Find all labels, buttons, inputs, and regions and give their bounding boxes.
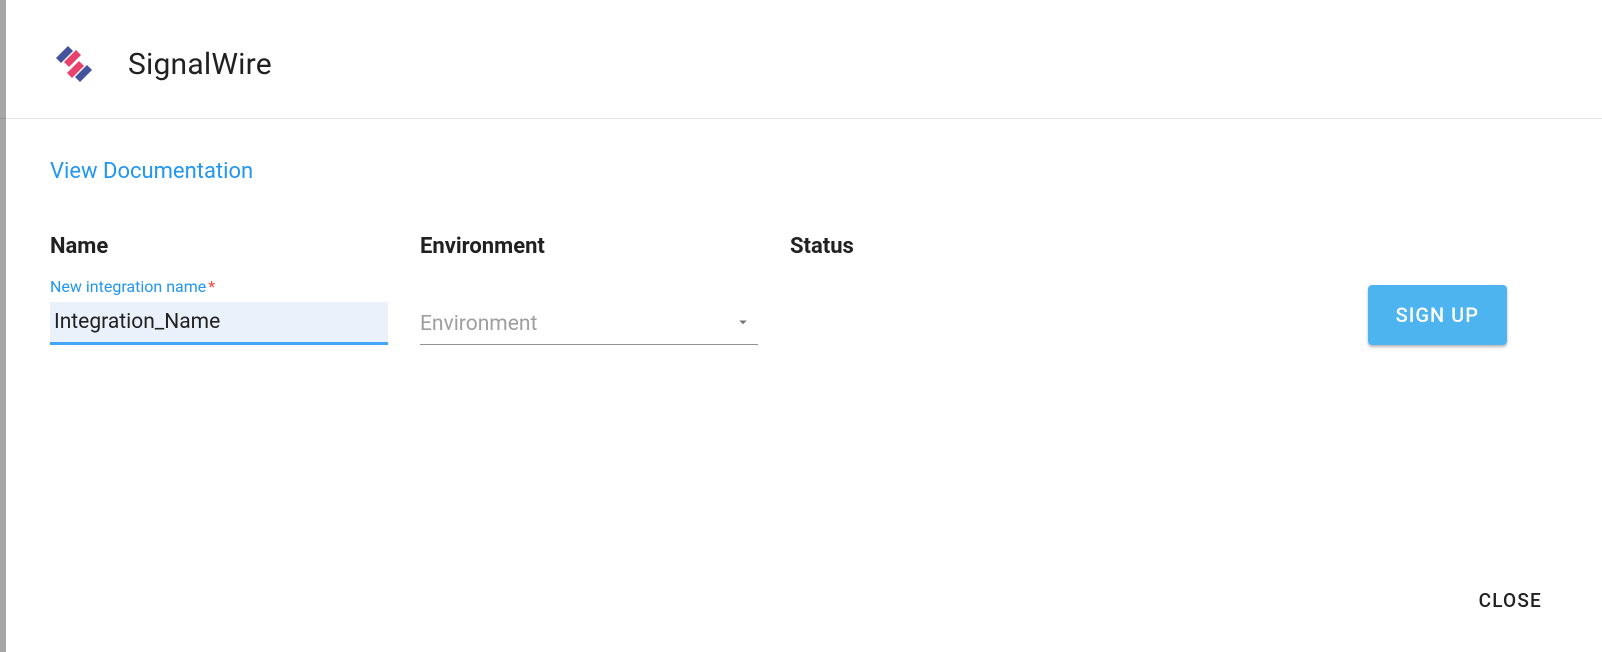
form-row: New integration name* Environment SIGN U… — [50, 277, 1552, 345]
chevron-down-icon — [734, 313, 752, 335]
column-header-environment: Environment — [420, 234, 790, 259]
integration-name-input[interactable] — [50, 302, 388, 345]
environment-field-block: Environment — [420, 304, 790, 345]
view-documentation-link[interactable]: View Documentation — [50, 159, 253, 184]
close-button[interactable]: CLOSE — [1469, 579, 1552, 622]
column-header-name: Name — [50, 234, 420, 259]
column-headers-row: Name Environment Status — [50, 234, 1552, 277]
name-input-label: New integration name* — [50, 277, 390, 296]
signalwire-logo-icon — [50, 40, 98, 88]
name-label-text: New integration name — [50, 277, 206, 296]
name-field-block: New integration name* — [50, 277, 420, 345]
content-area: View Documentation Name Environment Stat… — [0, 119, 1602, 345]
integration-form: Name Environment Status New integration … — [50, 234, 1552, 345]
column-header-status: Status — [790, 234, 1160, 259]
required-asterisk: * — [208, 277, 215, 296]
environment-select[interactable]: Environment — [420, 304, 758, 345]
page-title: SignalWire — [128, 47, 272, 82]
signup-button[interactable]: SIGN UP — [1368, 285, 1507, 345]
page-header: SignalWire — [0, 0, 1602, 119]
left-edge-shadow — [0, 0, 6, 652]
environment-placeholder: Environment — [420, 312, 537, 336]
